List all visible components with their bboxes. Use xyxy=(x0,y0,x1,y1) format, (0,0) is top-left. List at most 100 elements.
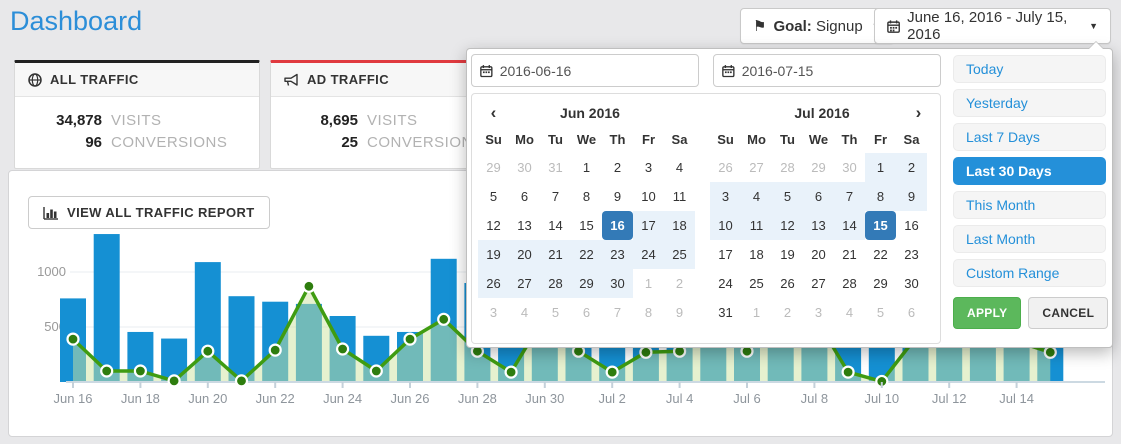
day-cell[interactable]: 14 xyxy=(834,211,865,240)
day-cell[interactable]: 8 xyxy=(571,182,602,211)
day-cell[interactable]: 16 xyxy=(896,211,927,240)
day-cell[interactable]: 11 xyxy=(664,182,695,211)
day-cell[interactable]: 19 xyxy=(478,240,509,269)
range-option-this-month[interactable]: This Month xyxy=(953,191,1106,219)
range-option-last-month[interactable]: Last Month xyxy=(953,225,1106,253)
start-date-input[interactable] xyxy=(500,63,690,79)
day-cell[interactable]: 24 xyxy=(710,269,741,298)
day-cell[interactable]: 7 xyxy=(540,182,571,211)
day-cell[interactable]: 2 xyxy=(602,153,633,182)
day-cell[interactable]: 1 xyxy=(865,153,896,182)
day-cell[interactable]: 30 xyxy=(896,269,927,298)
day-cell[interactable]: 17 xyxy=(633,211,664,240)
day-cell[interactable]: 18 xyxy=(664,211,695,240)
day-cell[interactable]: 8 xyxy=(865,182,896,211)
day-cell[interactable]: 26 xyxy=(772,269,803,298)
day-cell[interactable]: 1 xyxy=(633,269,664,298)
day-cell[interactable]: 18 xyxy=(741,240,772,269)
day-cell[interactable]: 29 xyxy=(803,153,834,182)
day-cell[interactable]: 2 xyxy=(896,153,927,182)
day-cell[interactable]: 3 xyxy=(710,182,741,211)
day-cell[interactable]: 5 xyxy=(478,182,509,211)
day-cell[interactable]: 30 xyxy=(834,153,865,182)
day-cell[interactable]: 16 xyxy=(602,211,633,240)
range-option-last-30-days[interactable]: Last 30 Days xyxy=(953,157,1106,185)
day-cell[interactable]: 15 xyxy=(865,211,896,240)
day-cell[interactable]: 11 xyxy=(741,211,772,240)
day-cell[interactable]: 10 xyxy=(633,182,664,211)
day-cell[interactable]: 4 xyxy=(834,298,865,327)
day-cell[interactable]: 7 xyxy=(834,182,865,211)
day-cell[interactable]: 12 xyxy=(772,211,803,240)
day-cell[interactable]: 28 xyxy=(540,269,571,298)
day-cell[interactable]: 29 xyxy=(865,269,896,298)
chevron-right-icon[interactable]: › xyxy=(903,103,934,123)
day-cell[interactable]: 4 xyxy=(664,153,695,182)
day-cell[interactable]: 6 xyxy=(803,182,834,211)
day-cell[interactable]: 23 xyxy=(896,240,927,269)
day-cell[interactable]: 31 xyxy=(540,153,571,182)
range-option-custom-range[interactable]: Custom Range xyxy=(953,259,1106,287)
day-cell[interactable]: 26 xyxy=(710,153,741,182)
day-cell[interactable]: 20 xyxy=(803,240,834,269)
day-cell[interactable]: 6 xyxy=(571,298,602,327)
day-cell[interactable]: 27 xyxy=(803,269,834,298)
day-cell[interactable]: 3 xyxy=(633,153,664,182)
day-cell[interactable]: 5 xyxy=(865,298,896,327)
day-cell[interactable]: 29 xyxy=(478,153,509,182)
day-cell[interactable]: 4 xyxy=(741,182,772,211)
day-cell[interactable]: 27 xyxy=(509,269,540,298)
day-cell[interactable]: 28 xyxy=(834,269,865,298)
range-option-yesterday[interactable]: Yesterday xyxy=(953,89,1106,117)
day-cell[interactable]: 25 xyxy=(664,240,695,269)
day-cell[interactable]: 15 xyxy=(571,211,602,240)
chevron-left-icon[interactable]: ‹ xyxy=(478,103,509,123)
cancel-button[interactable]: CANCEL xyxy=(1028,297,1108,329)
day-cell[interactable]: 2 xyxy=(664,269,695,298)
goal-selector-button[interactable]: ⚑ Goal: Signup ▼ xyxy=(740,8,894,44)
day-cell[interactable]: 2 xyxy=(772,298,803,327)
apply-button[interactable]: APPLY xyxy=(953,297,1021,329)
day-cell[interactable]: 4 xyxy=(509,298,540,327)
end-date-input[interactable] xyxy=(742,63,932,79)
day-cell[interactable]: 21 xyxy=(834,240,865,269)
day-cell[interactable]: 13 xyxy=(803,211,834,240)
day-cell[interactable]: 22 xyxy=(571,240,602,269)
date-range-button[interactable]: June 16, 2016 - July 15, 2016 ▼ xyxy=(874,8,1111,44)
day-cell[interactable]: 9 xyxy=(664,298,695,327)
day-cell[interactable]: 9 xyxy=(602,182,633,211)
day-cell[interactable]: 17 xyxy=(710,240,741,269)
day-cell[interactable]: 8 xyxy=(633,298,664,327)
day-cell[interactable]: 9 xyxy=(896,182,927,211)
day-cell[interactable]: 20 xyxy=(509,240,540,269)
day-cell[interactable]: 28 xyxy=(772,153,803,182)
day-cell[interactable]: 1 xyxy=(571,153,602,182)
day-cell[interactable]: 1 xyxy=(741,298,772,327)
view-all-traffic-report-button[interactable]: VIEW ALL TRAFFIC REPORT xyxy=(28,196,270,229)
day-cell[interactable]: 6 xyxy=(509,182,540,211)
day-cell[interactable]: 3 xyxy=(803,298,834,327)
day-cell[interactable]: 30 xyxy=(509,153,540,182)
day-cell[interactable]: 5 xyxy=(772,182,803,211)
day-cell[interactable]: 6 xyxy=(896,298,927,327)
day-cell[interactable]: 7 xyxy=(602,298,633,327)
range-option-last-7-days[interactable]: Last 7 Days xyxy=(953,123,1106,151)
day-cell[interactable]: 25 xyxy=(741,269,772,298)
day-cell[interactable]: 21 xyxy=(540,240,571,269)
day-cell[interactable]: 10 xyxy=(710,211,741,240)
day-cell[interactable]: 13 xyxy=(509,211,540,240)
day-cell[interactable]: 30 xyxy=(602,269,633,298)
day-cell[interactable]: 29 xyxy=(571,269,602,298)
range-option-today[interactable]: Today xyxy=(953,55,1106,83)
day-cell[interactable]: 3 xyxy=(478,298,509,327)
day-cell[interactable]: 5 xyxy=(540,298,571,327)
day-cell[interactable]: 12 xyxy=(478,211,509,240)
day-cell[interactable]: 14 xyxy=(540,211,571,240)
day-cell[interactable]: 24 xyxy=(633,240,664,269)
day-cell[interactable]: 23 xyxy=(602,240,633,269)
day-cell[interactable]: 27 xyxy=(741,153,772,182)
day-cell[interactable]: 22 xyxy=(865,240,896,269)
day-cell[interactable]: 31 xyxy=(710,298,741,327)
day-cell[interactable]: 19 xyxy=(772,240,803,269)
day-cell[interactable]: 26 xyxy=(478,269,509,298)
